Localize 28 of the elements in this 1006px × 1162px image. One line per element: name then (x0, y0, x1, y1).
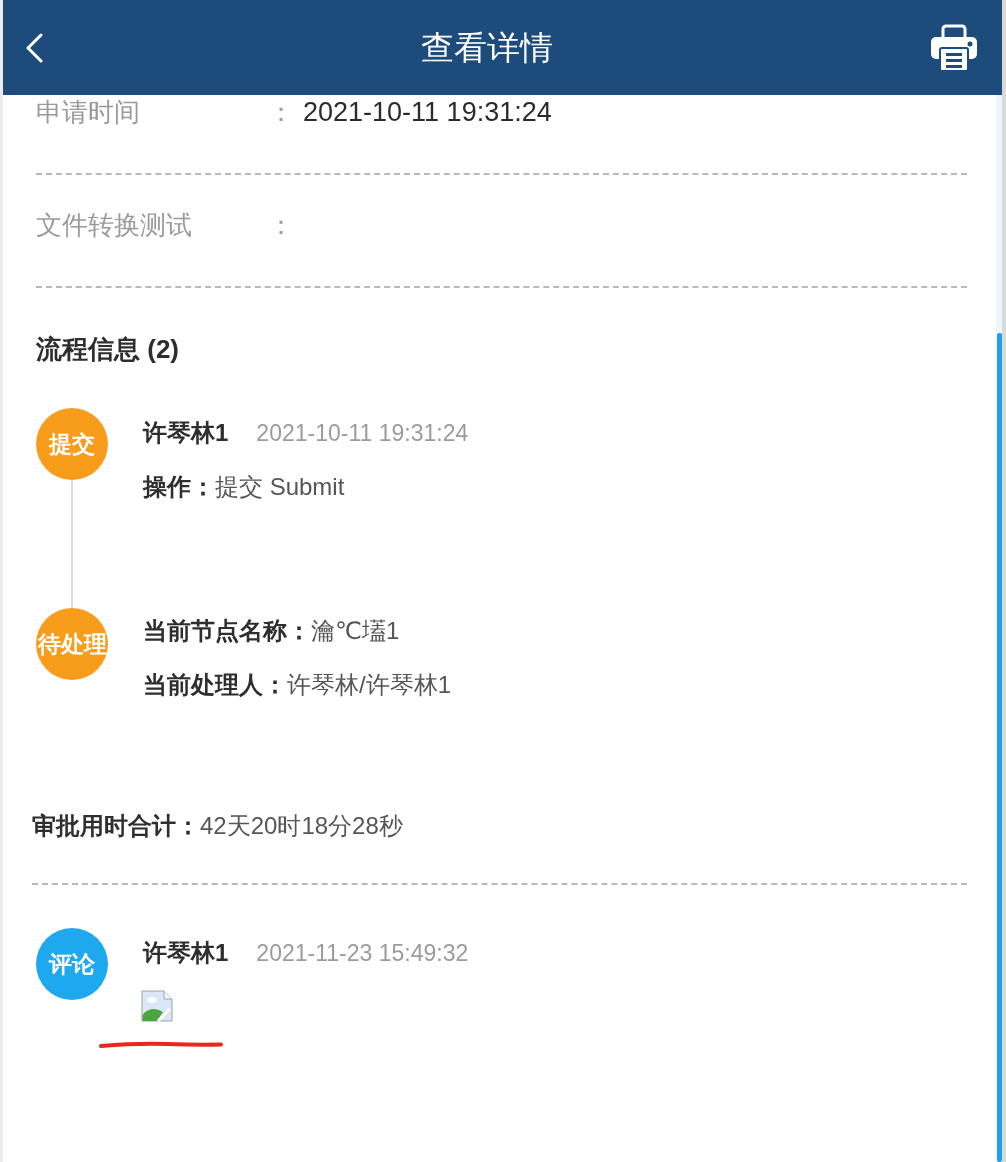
total-label: 审批用时合计： (32, 811, 200, 841)
field-label: 申请时间 (36, 96, 141, 129)
info-label: 操作： (143, 472, 215, 502)
back-chevron-icon (25, 32, 43, 63)
status-badge: 待处理 (36, 608, 108, 680)
user-name: 许琴林1 (143, 418, 229, 448)
scrollbar-thumb[interactable] (997, 333, 1002, 1162)
back-button[interactable] (25, 32, 43, 63)
field-value: 2021-10-11 19:31:24 (303, 96, 552, 129)
section-title: 流程信息 (2) (36, 333, 180, 366)
status-badge: 提交 (36, 408, 108, 480)
total-value: 42天20时18分28秒 (200, 811, 403, 841)
field-colon: ： (268, 96, 294, 129)
timestamp: 2021-11-23 15:49:32 (256, 939, 469, 968)
info-value: 提交 Submit (215, 472, 345, 502)
info-label: 当前节点名称： (143, 616, 311, 646)
user-name: 许琴林1 (143, 938, 229, 968)
page-title: 查看详情 (419, 27, 554, 68)
info-value: 瀹℃壒1 (311, 616, 400, 646)
timestamp: 2021-10-11 19:31:24 (256, 419, 469, 448)
field-colon: ： (268, 209, 294, 242)
printer-icon (930, 23, 978, 72)
comment-badge: 评论 (36, 928, 108, 1000)
info-value: 许琴林/许琴林1 (287, 670, 451, 700)
field-label: 文件转换测试 (36, 209, 193, 242)
broken-image-icon[interactable] (141, 990, 173, 1022)
info-label: 当前处理人： (143, 670, 287, 700)
print-button[interactable] (930, 23, 978, 72)
